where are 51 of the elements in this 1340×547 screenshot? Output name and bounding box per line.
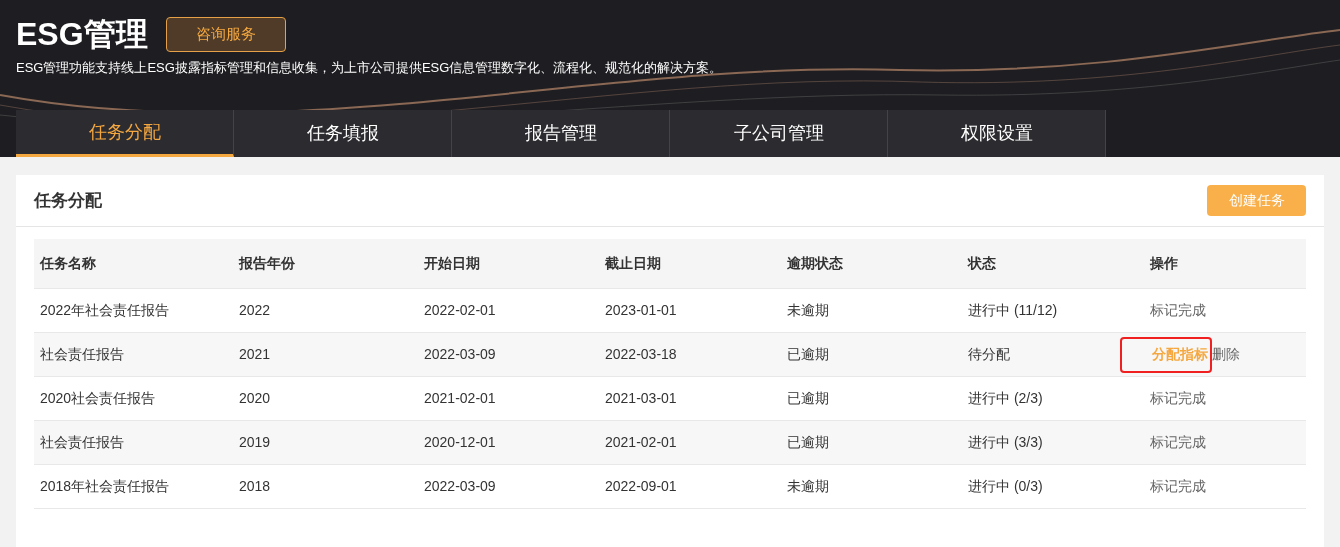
action-link[interactable]: 标记完成: [1150, 476, 1206, 497]
table-cell-text: 2020社会责任报告: [39, 389, 157, 408]
table-cell-text: 社会责任报告: [39, 345, 125, 364]
table-cell-text: 2020: [238, 389, 272, 408]
table-cell-text: 2022-03-09: [423, 477, 497, 496]
action-link[interactable]: 标记完成: [1150, 300, 1206, 321]
table-cell-text: 2021-03-01: [604, 389, 678, 408]
table-cell-text: 已逾期: [786, 433, 830, 452]
column-header: 操作: [1149, 254, 1179, 273]
table-cell-text: 2022-03-18: [604, 345, 678, 364]
column-header: 开始日期: [423, 254, 481, 273]
table-cell-text: 未逾期: [786, 477, 830, 496]
table-cell-text: 已逾期: [786, 389, 830, 408]
nav-tab[interactable]: 任务填报: [234, 110, 452, 157]
table-cell-text: 2022-03-09: [423, 345, 497, 364]
table-cell-text: 进行中 (3/3): [967, 433, 1044, 452]
table-cell-text: 2018年社会责任报告: [39, 477, 171, 496]
action-link[interactable]: 标记完成: [1150, 388, 1206, 409]
table-cell-text: 2020-12-01: [423, 433, 497, 452]
panel-title: 任务分配: [34, 189, 102, 212]
column-header: 报告年份: [237, 254, 296, 273]
table-cell-text: 2021: [238, 345, 272, 364]
column-header: 截止日期: [604, 254, 662, 273]
nav-tab[interactable]: 权限设置: [888, 110, 1106, 157]
table-cell-text: 2023-01-01: [604, 301, 678, 320]
table-cell-text: 2021-02-01: [423, 389, 497, 408]
table-cell-text: 已逾期: [786, 345, 830, 364]
table-cell-text: 2018: [238, 477, 272, 496]
table-cell-text: 2022年社会责任报告: [39, 301, 171, 320]
table-cell-text: 2022: [238, 301, 272, 320]
table-cell-text: 2021-02-01: [604, 433, 678, 452]
table-cell-text: 2019: [238, 433, 272, 452]
table-cell-text: 未逾期: [786, 301, 830, 320]
nav-tab[interactable]: 报告管理: [452, 110, 670, 157]
table-cell-text: 2022-09-01: [604, 477, 678, 496]
table-cell-text: 2022-02-01: [423, 301, 497, 320]
column-header: 状态: [966, 254, 997, 273]
table-cell-text: 进行中 (11/12): [967, 301, 1059, 320]
nav-tab[interactable]: 任务分配: [16, 110, 234, 157]
column-header: 逾期状态: [786, 254, 844, 273]
action-link[interactable]: 删除: [1212, 344, 1240, 365]
consult-button[interactable]: 咨询服务: [165, 16, 286, 52]
table-cell-text: 社会责任报告: [39, 433, 125, 452]
table-cell-text: 进行中 (0/3): [967, 477, 1044, 496]
table-cell-text: 待分配: [967, 345, 1011, 364]
table-cell-text: 进行中 (2/3): [967, 389, 1044, 408]
column-header: 任务名称: [38, 254, 97, 273]
page-description: ESG管理功能支持线上ESG披露指标管理和信息收集，为上市公司提供ESG信息管理数字化、流程化、规范化的解决方案。: [16, 59, 724, 77]
action-link[interactable]: 标记完成: [1150, 432, 1206, 453]
page-title: ESG管理: [16, 15, 148, 54]
nav-tab[interactable]: 子公司管理: [670, 110, 888, 157]
